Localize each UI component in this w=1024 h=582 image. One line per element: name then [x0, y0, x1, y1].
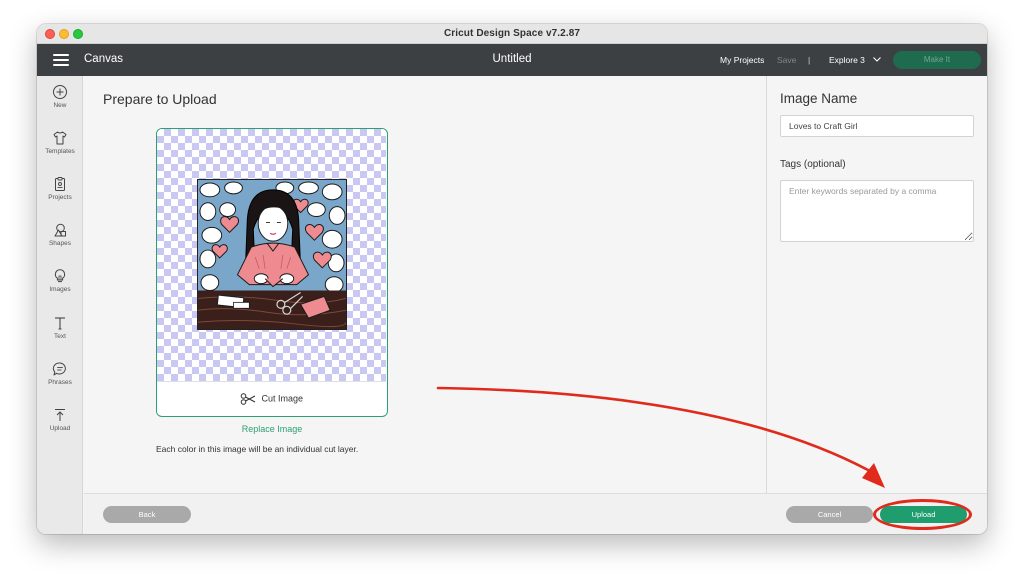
transparency-background: [157, 129, 386, 381]
sidebar-item-label: Phrases: [48, 379, 72, 386]
my-projects-link[interactable]: My Projects: [720, 55, 764, 65]
image-name-heading: Image Name: [780, 91, 858, 106]
machine-selector[interactable]: Explore 3: [829, 55, 865, 65]
cut-image-option[interactable]: Cut Image: [157, 381, 386, 415]
tags-input[interactable]: [780, 180, 974, 242]
window-title: Cricut Design Space v7.2.87: [443, 28, 581, 39]
sidebar-item-label: New: [53, 102, 67, 109]
sidebar-item-upload[interactable]: Upload: [37, 407, 83, 432]
sidebar-item-label: Shapes: [48, 240, 72, 247]
sidebar-item-images[interactable]: Images: [37, 268, 83, 293]
sidebar-item-phrases[interactable]: Phrases: [37, 361, 83, 386]
document-title[interactable]: Untitled: [493, 53, 532, 65]
sidebar-item-templates[interactable]: Templates: [37, 130, 83, 155]
save-link[interactable]: Save: [777, 55, 796, 65]
footer-bar: Back Cancel Upload: [84, 493, 987, 534]
sidebar-item-projects[interactable]: Projects: [37, 176, 83, 201]
image-details-panel: Image Name Tags (optional): [766, 76, 987, 493]
back-button[interactable]: Back: [103, 506, 191, 523]
left-toolbar: New Templates Projects Shapes Images Tex…: [37, 76, 83, 534]
clipboard-icon: [55, 177, 65, 191]
shirt-icon: [53, 131, 67, 145]
uploaded-image-preview: [197, 179, 347, 330]
image-preview-card: Cut Image: [156, 128, 388, 417]
sidebar-item-label: Upload: [49, 425, 71, 432]
upload-icon: [55, 409, 65, 421]
make-it-button[interactable]: Make It: [893, 51, 981, 69]
shapes-icon: [54, 223, 66, 237]
image-name-input[interactable]: [780, 115, 974, 137]
sidebar-item-shapes[interactable]: Shapes: [37, 222, 83, 247]
replace-image-link[interactable]: Replace Image: [156, 424, 388, 434]
tags-label: Tags (optional): [780, 159, 846, 170]
plus-circle-icon: [53, 85, 67, 99]
upload-highlight-circle: [873, 499, 972, 530]
hamburger-menu-icon[interactable]: [53, 54, 69, 66]
app-header: Canvas Untitled My Projects Save | Explo…: [37, 44, 987, 76]
cancel-button[interactable]: Cancel: [786, 506, 873, 523]
sidebar-item-label: Text: [54, 333, 66, 340]
sidebar-item-text[interactable]: Text: [37, 315, 83, 340]
section-label: Canvas: [84, 53, 123, 65]
cut-layer-note: Each color in this image will be an indi…: [156, 444, 359, 454]
lightbulb-icon: [54, 269, 66, 283]
sidebar-item-new[interactable]: New: [37, 84, 83, 109]
app-window: Cricut Design Space v7.2.87 Canvas Untit…: [37, 24, 987, 534]
title-bar: Cricut Design Space v7.2.87: [37, 24, 987, 44]
sidebar-item-label: Templates: [45, 148, 75, 155]
sidebar-item-label: Images: [49, 286, 71, 293]
cut-image-row: Cut Image: [157, 393, 386, 405]
speech-bubble-icon: [52, 362, 66, 376]
scissors-icon: [240, 393, 256, 405]
sidebar-item-label: Projects: [48, 194, 72, 201]
cut-image-label: Cut Image: [261, 393, 304, 404]
page-title: Prepare to Upload: [103, 91, 217, 107]
upload-main-panel: Prepare to Upload Cut Image Replace Imag…: [84, 76, 766, 493]
header-separator: |: [808, 55, 811, 65]
text-t-icon: [55, 317, 65, 330]
chevron-down-icon[interactable]: [872, 54, 882, 64]
